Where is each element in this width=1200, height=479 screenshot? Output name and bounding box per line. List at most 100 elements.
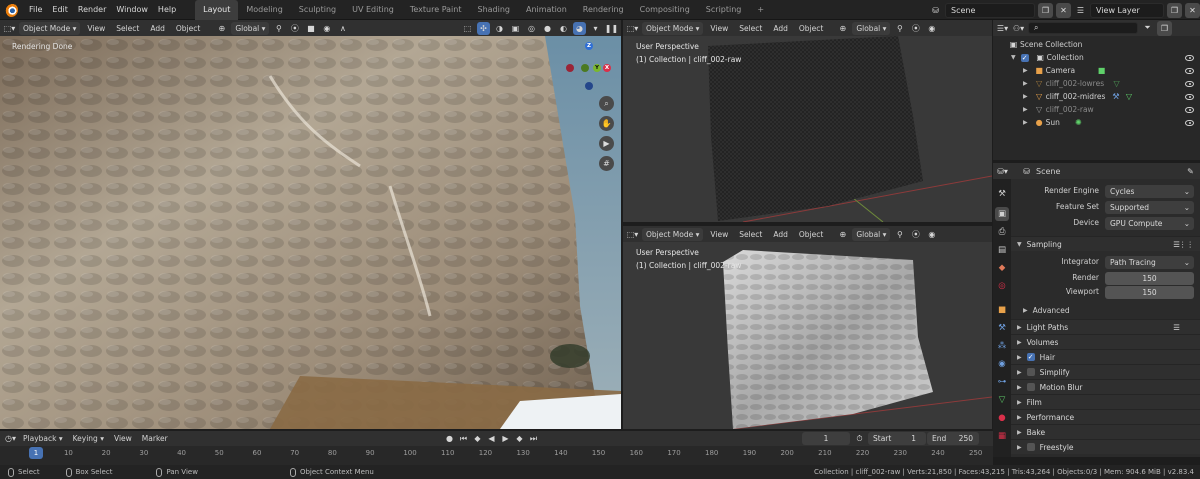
bake-panel-header[interactable]: ▶ Bake xyxy=(1011,424,1200,439)
editor-type-icon[interactable]: ⬚▾ xyxy=(626,22,639,35)
editor-type-icon[interactable]: ⬚▾ xyxy=(3,22,16,35)
workspace-tab-scripting[interactable]: Scripting xyxy=(698,0,750,20)
overlay-icon[interactable]: ◑ xyxy=(493,22,506,35)
outliner-row-scene-collection[interactable]: ▣ Scene Collection xyxy=(993,38,1200,51)
output-tab-icon[interactable]: ⎙ xyxy=(995,225,1009,239)
workspace-tab-uv-editing[interactable]: UV Editing xyxy=(344,0,402,20)
workspace-tab-compositing[interactable]: Compositing xyxy=(632,0,698,20)
zoom-icon[interactable]: ⌕ xyxy=(599,96,614,111)
shading-wireframe-icon[interactable]: ◎ xyxy=(525,22,538,35)
visibility-eye-icon[interactable] xyxy=(1185,106,1194,113)
data-tab-icon[interactable]: ▽ xyxy=(995,393,1009,407)
visibility-eye-icon[interactable] xyxy=(1185,67,1194,74)
visibility-eye-icon[interactable] xyxy=(1185,93,1194,100)
snap-icon[interactable]: ⦿ xyxy=(288,22,301,35)
menu-add[interactable]: Add xyxy=(769,22,792,35)
expand-chevron-icon[interactable]: ▶ xyxy=(1023,93,1028,100)
menu-render[interactable]: Render xyxy=(73,0,111,20)
workspace-tab-texture-paint[interactable]: Texture Paint xyxy=(402,0,470,20)
outliner-row-midres[interactable]: ▶ ▽ cliff_002-midres ⚒ ▽ xyxy=(993,90,1200,103)
menu-object[interactable]: Object xyxy=(172,22,204,35)
stopwatch-icon[interactable]: ⏱ xyxy=(853,432,866,445)
orientation-dropdown[interactable]: Global ▾ xyxy=(852,227,891,241)
scene-name-field[interactable]: Scene xyxy=(945,2,1035,18)
menu-view[interactable]: View xyxy=(110,432,136,445)
expand-chevron-icon[interactable]: ▼ xyxy=(1011,54,1016,61)
motion-blur-panel-header[interactable]: ▶ Motion Blur xyxy=(1011,379,1200,394)
editor-type-icon[interactable]: ☰▾ xyxy=(996,22,1009,35)
hair-panel-header[interactable]: ▶ ✓ Hair xyxy=(1011,349,1200,364)
texture-tab-icon[interactable]: ▦ xyxy=(995,429,1009,443)
jump-end-icon[interactable]: ⏭ xyxy=(527,432,540,445)
outliner-row-camera[interactable]: ▶ ■ Camera ■ xyxy=(993,64,1200,77)
proportional-edit-icon[interactable]: ◉ xyxy=(320,22,333,35)
orientation-dropdown[interactable]: Global ▾ xyxy=(231,21,270,35)
timeline-ruler[interactable]: 1 10 20 30 40 50 60 70 80 90 100 110 120 130 140 150 16… xyxy=(0,446,993,465)
editor-type-icon[interactable]: ◷▾ xyxy=(4,432,17,445)
menu-view[interactable]: View xyxy=(706,228,732,241)
visibility-icon[interactable]: ⬚ xyxy=(461,22,474,35)
simplify-panel-header[interactable]: ▶ Simplify xyxy=(1011,364,1200,379)
navigation-gizmo[interactable]: Z Y X xyxy=(563,42,613,90)
new-scene-icon[interactable]: ❐ xyxy=(1038,2,1053,18)
view-layer-tab-icon[interactable]: ▤ xyxy=(995,243,1009,257)
device-dropdown[interactable]: GPU Compute ⌄ xyxy=(1105,217,1194,230)
gizmo-y-axis[interactable]: Y xyxy=(593,64,601,72)
next-keyframe-icon[interactable]: ◆ xyxy=(513,432,526,445)
prev-keyframe-icon[interactable]: ◆ xyxy=(471,432,484,445)
snap-target-icon[interactable]: ■ xyxy=(304,22,317,35)
view-layer-icon[interactable]: ☰ xyxy=(1074,4,1087,17)
volumes-panel-header[interactable]: ▶ Volumes xyxy=(1011,334,1200,349)
xray-icon[interactable]: ▣ xyxy=(509,22,522,35)
viewport-samples-field[interactable]: 150 xyxy=(1105,286,1194,299)
expand-chevron-icon[interactable]: ▶ xyxy=(1023,67,1028,74)
end-frame-field[interactable]: End 250 xyxy=(927,432,979,445)
delete-view-layer-icon[interactable]: ✕ xyxy=(1185,2,1200,18)
ortho-grid-icon[interactable]: # xyxy=(599,156,614,171)
expand-chevron-icon[interactable]: ▶ xyxy=(1023,106,1028,113)
menu-playback[interactable]: Playback ▾ xyxy=(19,432,67,445)
workspace-tab-rendering[interactable]: Rendering xyxy=(575,0,632,20)
view-layer-field[interactable]: View Layer xyxy=(1090,2,1164,18)
include-checkbox[interactable]: ✓ xyxy=(1020,53,1029,62)
render-tab-icon[interactable]: ▣ xyxy=(995,207,1009,221)
editor-type-icon[interactable]: ⛁▾ xyxy=(996,165,1009,178)
object-tab-icon[interactable]: ■ xyxy=(995,303,1009,317)
menu-edit[interactable]: Edit xyxy=(47,0,73,20)
jump-start-icon[interactable]: ⏮ xyxy=(457,432,470,445)
outliner-search-input[interactable]: ⌕ xyxy=(1028,22,1138,34)
mode-dropdown[interactable]: Object Mode ▾ xyxy=(642,227,704,241)
outliner-row-lowres[interactable]: ▶ ▽ cliff_002-lowres ▽ xyxy=(993,77,1200,90)
gizmo-toggle-icon[interactable]: ✣ xyxy=(477,21,490,35)
shading-options-icon[interactable]: ▾ xyxy=(589,22,602,35)
pivot-icon[interactable]: ⚲ xyxy=(272,22,285,35)
falloff-icon[interactable]: ∧ xyxy=(336,22,349,35)
play-icon[interactable]: ▶ xyxy=(499,432,512,445)
blender-logo-icon[interactable] xyxy=(4,2,18,17)
delete-scene-icon[interactable]: ✕ xyxy=(1056,2,1071,18)
outliner-row-collection[interactable]: ▼ ✓ ▣ Collection xyxy=(993,51,1200,64)
new-view-layer-icon[interactable]: ❐ xyxy=(1167,2,1182,18)
freestyle-checkbox[interactable] xyxy=(1026,443,1035,451)
new-collection-icon[interactable]: ❐ xyxy=(1157,20,1172,36)
visibility-eye-icon[interactable] xyxy=(1185,80,1194,87)
physics-tab-icon[interactable]: ◉ xyxy=(995,357,1009,371)
modifier-tab-icon[interactable]: ⚒ xyxy=(995,321,1009,335)
workspace-tab-animation[interactable]: Animation xyxy=(518,0,575,20)
menu-help[interactable]: Help xyxy=(153,0,181,20)
menu-select[interactable]: Select xyxy=(735,22,766,35)
menu-view[interactable]: View xyxy=(83,22,109,35)
pivot-icon[interactable]: ⚲ xyxy=(893,22,906,35)
play-reverse-icon[interactable]: ◀ xyxy=(485,432,498,445)
integrator-dropdown[interactable]: Path Tracing ⌄ xyxy=(1105,256,1194,269)
gizmo-x-axis[interactable]: X xyxy=(603,64,611,72)
snap-icon[interactable]: ⦿ xyxy=(909,22,922,35)
mode-dropdown[interactable]: Object Mode ▾ xyxy=(642,21,704,35)
light-paths-panel-header[interactable]: ▶ Light Paths ☰ xyxy=(1011,319,1200,334)
motion-blur-checkbox[interactable] xyxy=(1026,383,1035,391)
top-right-viewport[interactable]: User Perspective (1) Collection | cliff_… xyxy=(623,36,992,222)
freestyle-panel-header[interactable]: ▶ Freestyle xyxy=(1011,439,1200,454)
add-workspace-button[interactable]: + xyxy=(749,0,772,20)
start-frame-field[interactable]: Start 1 xyxy=(868,432,926,445)
performance-panel-header[interactable]: ▶ Performance xyxy=(1011,409,1200,424)
